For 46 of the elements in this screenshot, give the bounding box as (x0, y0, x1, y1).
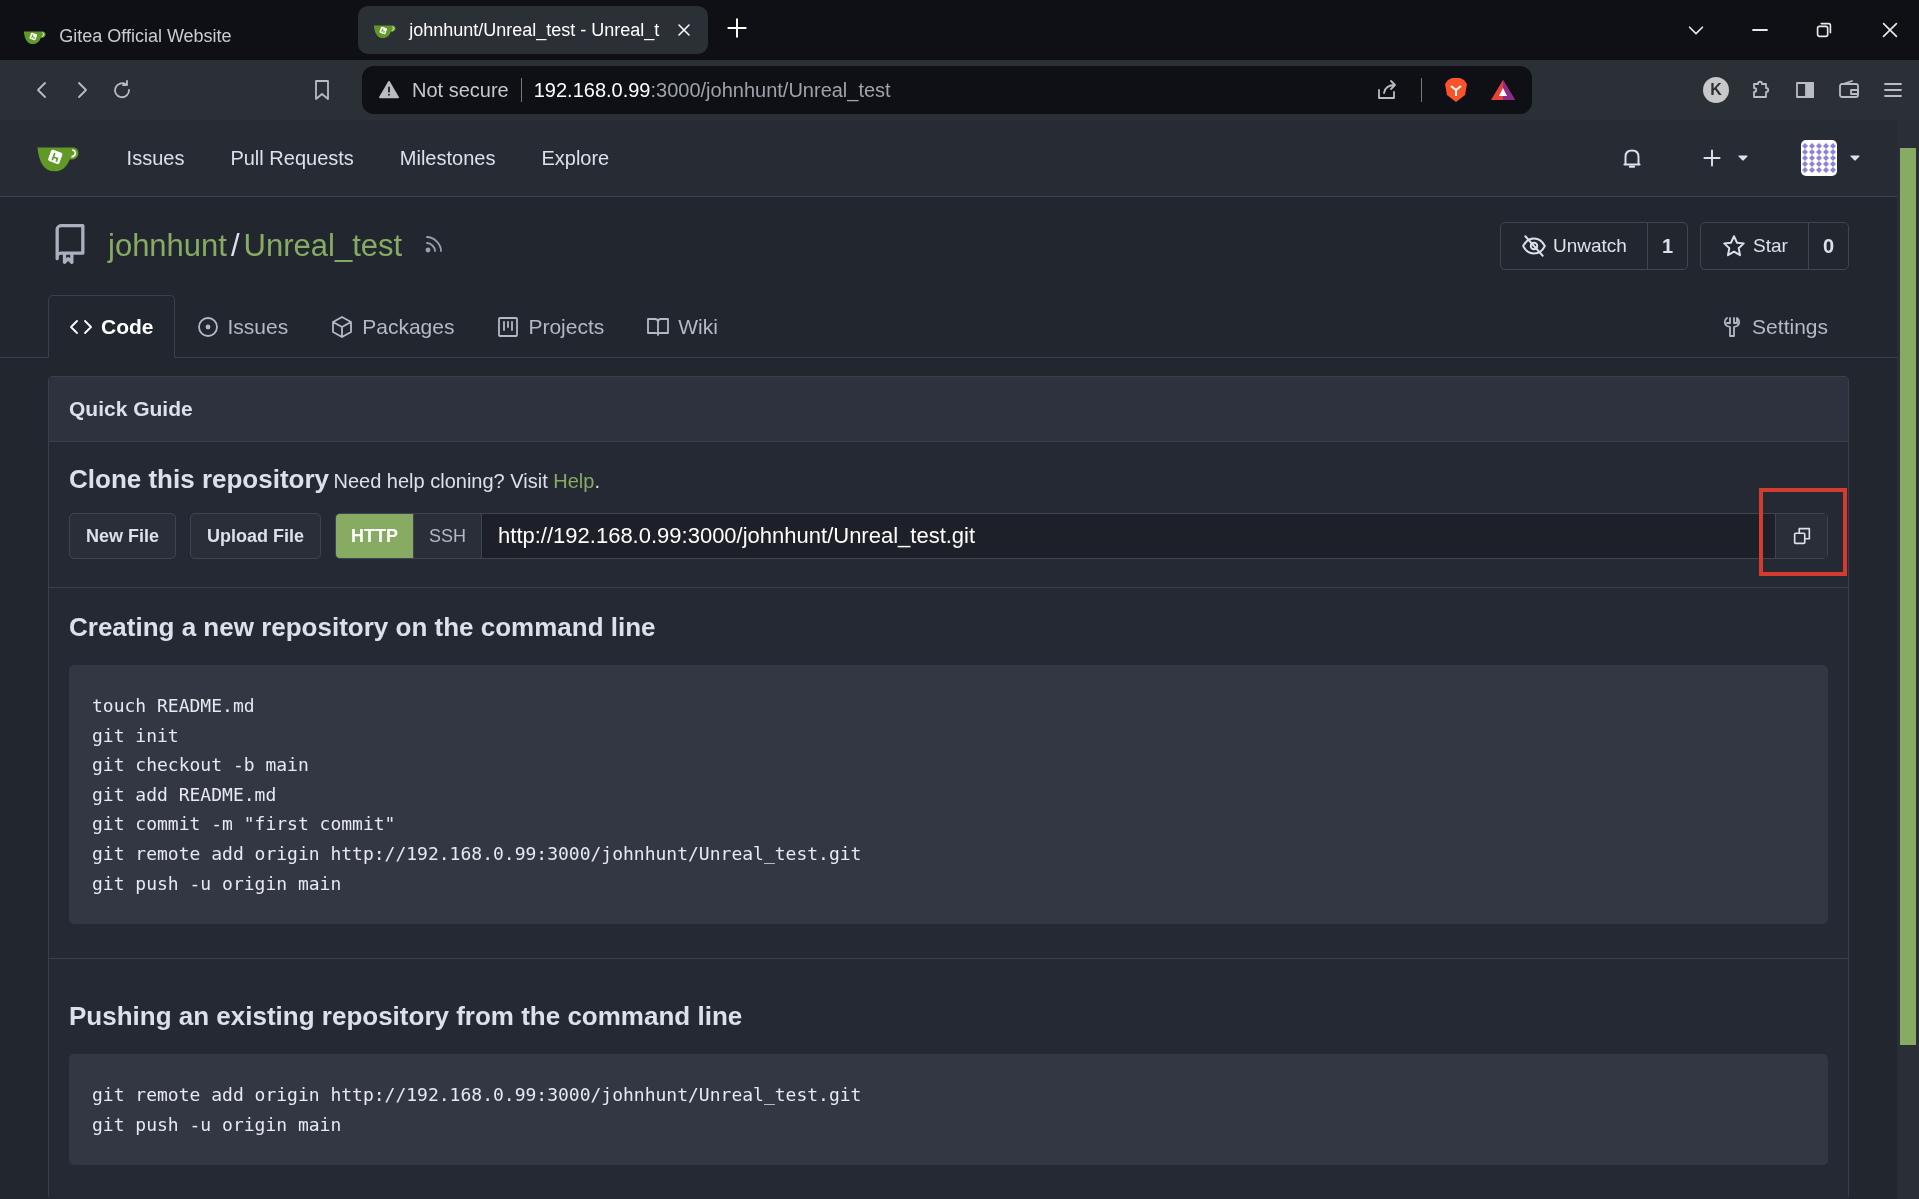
code-block: touch README.md git init git checkout -b main git add README.md git commit -m "first commit" git remote add origin http://192.168.0.99:3000/johnhunt/Unreal_test.git git push -u origin main (69, 665, 1828, 925)
unwatch-button[interactable]: Unwatch (1500, 223, 1647, 269)
issue-icon (195, 314, 220, 339)
eye-slash-icon (1520, 233, 1547, 259)
nav-link[interactable]: Pull Requests (207, 146, 377, 170)
file-button[interactable]: New File (69, 513, 177, 559)
user-avatar[interactable] (1801, 140, 1837, 176)
browser-tab[interactable]: Gitea Official Website (8, 12, 358, 60)
project-board-icon (496, 314, 521, 339)
repo-tab[interactable]: Issues (174, 295, 310, 358)
repo-name-link[interactable]: Unreal_test (243, 228, 403, 264)
path-separator: / (230, 228, 240, 264)
help-link[interactable]: Help (553, 470, 595, 492)
package-icon (330, 314, 355, 339)
section-heading: Creating a new repository on the command line (69, 612, 656, 642)
scrollbar[interactable] (1897, 120, 1919, 1199)
nav-link[interactable]: Issues (103, 146, 208, 170)
star-count[interactable]: 0 (1807, 223, 1848, 269)
repo-owner-link[interactable]: johnhunt (108, 228, 227, 264)
repo-tab[interactable]: Wiki (625, 295, 739, 358)
star-button[interactable]: Star (1701, 223, 1808, 269)
warning-icon (378, 79, 400, 101)
code-block: git remote add origin http://192.168.0.99:3000/johnhunt/Unreal_test.git git push -u origin main (69, 1054, 1828, 1166)
url-host: 192.168.0.99 (533, 78, 651, 102)
nav-link[interactable]: Milestones (376, 146, 519, 170)
watch-count[interactable]: 1 (1646, 223, 1687, 269)
address-bar[interactable]: Not secure 192.168.0.99:3000/johnhunt/Unreal_test (362, 66, 1532, 114)
section-heading: Pushing an existing repository from the command line (69, 1001, 743, 1032)
file-button[interactable]: Upload File (190, 513, 322, 559)
triangle-icon (1490, 79, 1516, 101)
panel-title: Quick Guide (69, 397, 193, 420)
repo-tab[interactable]: Packages (309, 295, 476, 358)
minimize-icon (1751, 28, 1769, 32)
help-text: Need help cloning? Visit Help. (333, 470, 600, 492)
clone-heading: Clone this repository (69, 464, 330, 494)
scrollbar-thumb[interactable] (1900, 148, 1916, 1045)
profile-avatar[interactable]: K (1703, 77, 1729, 103)
security-warning: Not secure (412, 78, 509, 102)
share-icon (1375, 78, 1399, 102)
url-path: :3000/johnhunt/Unreal_test (650, 78, 891, 102)
star-icon (1721, 233, 1747, 259)
repo-tab[interactable]: Settings (1699, 295, 1849, 358)
repo-tab[interactable]: Code (48, 295, 175, 358)
browser-tab[interactable]: johnhunt/Unreal_test - Unreal_t (358, 6, 708, 54)
repo-tab[interactable]: Projects (475, 295, 626, 358)
nav-link[interactable]: Explore (518, 146, 633, 170)
